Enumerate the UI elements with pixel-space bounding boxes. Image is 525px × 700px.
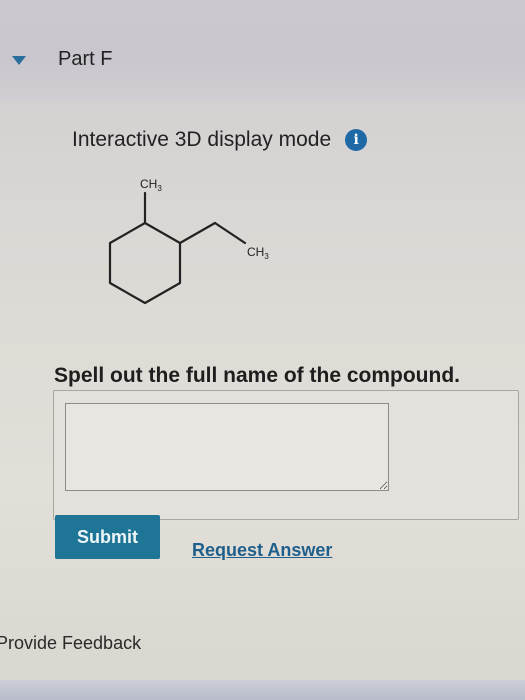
display-mode-row: Interactive 3D display mode i [72,128,368,152]
bottom-strip [0,680,525,700]
cyclohexane-ring [108,221,182,305]
part-header[interactable]: Part F [0,0,525,100]
ethyl-bond-1 [178,221,217,245]
info-icon[interactable]: i [345,129,368,151]
display-mode-label: Interactive 3D display mode [72,128,332,151]
molecule-structure: CH3 CH3 [95,168,295,323]
question-prompt: Spell out the full name of the compound. [54,364,460,387]
skeletal-formula: CH3 CH3 [108,177,269,305]
methyl-label-right: CH3 [247,245,269,261]
methyl-label-top-subscript: 3 [157,184,162,193]
methyl-label-top-text: CH [140,177,157,191]
answer-input[interactable] [65,403,389,491]
methyl-label-right-text: CH [247,245,264,259]
submit-button[interactable]: Submit [55,515,160,559]
methyl-label-right-subscript: 3 [264,252,269,261]
ethyl-bond-2 [213,221,247,245]
part-title: Part F [58,48,113,70]
problem-page: Part F Interactive 3D display mode i CH3… [0,0,525,700]
provide-feedback-link[interactable]: Provide Feedback [0,633,141,654]
request-answer-link[interactable]: Request Answer [192,540,332,561]
methyl-label-top: CH3 [140,177,162,193]
triangle-down-icon[interactable] [12,56,26,65]
